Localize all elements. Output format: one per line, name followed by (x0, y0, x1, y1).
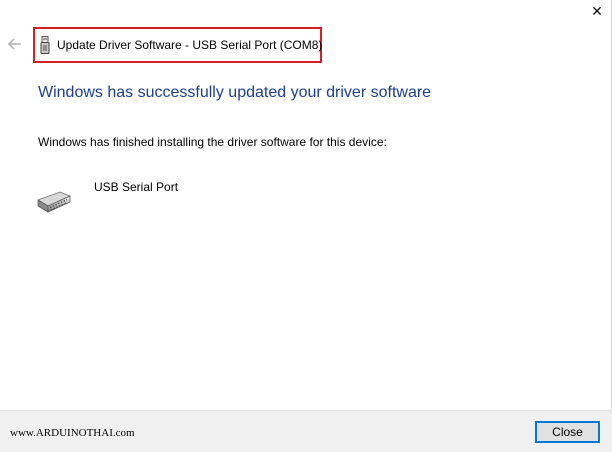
usb-device-icon (40, 36, 50, 54)
close-icon: ✕ (591, 3, 603, 19)
watermark-text: www.ARDUINOTHAI.com (10, 427, 135, 439)
device-name: USB Serial Port (94, 180, 179, 194)
driver-update-dialog: ✕ Update Driver Software - USB Serial Po… (0, 0, 612, 452)
dialog-footer: www.ARDUINOTHAI.com Close (0, 410, 612, 452)
close-window-button[interactable]: ✕ (585, 0, 609, 22)
status-message: Windows has finished installing the driv… (38, 135, 387, 149)
back-arrow-icon[interactable] (6, 35, 24, 53)
window-title: Update Driver Software - USB Serial Port… (57, 38, 323, 52)
window-title-bar: Update Driver Software - USB Serial Port… (33, 27, 322, 63)
close-button[interactable]: Close (535, 421, 600, 443)
success-heading: Windows has successfully updated your dr… (38, 84, 432, 101)
serial-port-icon (37, 191, 72, 213)
